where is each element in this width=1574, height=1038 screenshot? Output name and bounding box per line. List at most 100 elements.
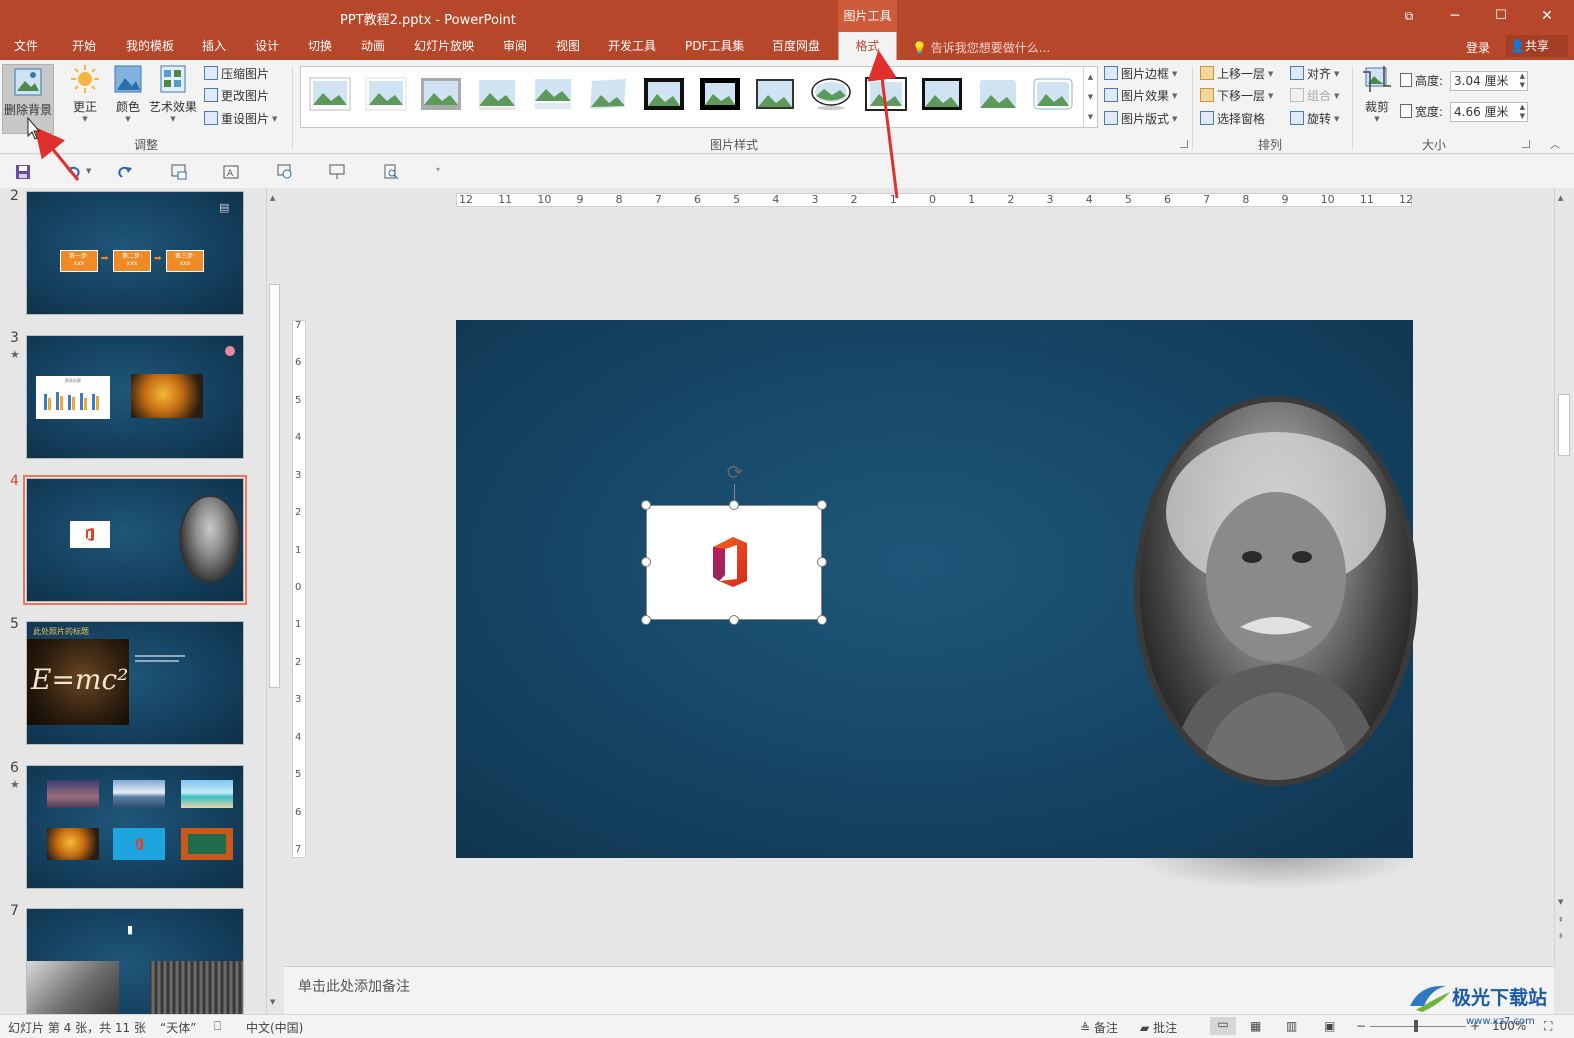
align-button[interactable]: 对齐 ▼ <box>1290 64 1339 84</box>
group-objects-button[interactable]: 组合 ▼ <box>1290 86 1339 106</box>
maximize-button[interactable]: ☐ <box>1478 0 1524 32</box>
picture-style-thumb[interactable] <box>365 77 407 111</box>
picture-style-thumb[interactable] <box>643 77 685 111</box>
slide-thumbnail-2[interactable]: ▤ 第一步: xxx ➡ 第二步: xxx ➡ 第三步: xxx <box>26 191 244 315</box>
spellcheck-icon[interactable]: ⎕ <box>214 1019 221 1034</box>
zoom-slider-thumb[interactable] <box>1414 1020 1418 1032</box>
reset-picture-button[interactable]: 重设图片 ▼ <box>204 109 277 129</box>
chevron-up-icon[interactable]: ▲ <box>1084 67 1097 87</box>
resize-handle[interactable] <box>817 557 827 567</box>
tab-home[interactable]: 开始 <box>68 32 100 60</box>
spinner-icon[interactable]: ▲ ▼ <box>1520 72 1525 90</box>
size-dialog-launcher-icon[interactable] <box>1522 140 1530 148</box>
scroll-up-icon[interactable]: ▲ <box>270 194 275 202</box>
presenter-icon[interactable] <box>328 163 346 181</box>
resize-handle[interactable] <box>641 500 651 510</box>
picture-style-thumb[interactable] <box>532 77 574 111</box>
scroll-down-icon[interactable]: ▼ <box>270 998 275 1006</box>
language-indicator[interactable]: 中文(中国) <box>246 1019 303 1036</box>
picture-style-thumb[interactable] <box>309 77 351 111</box>
undo-icon[interactable] <box>64 163 82 181</box>
styles-dialog-launcher-icon[interactable] <box>1180 140 1188 148</box>
from-beginning-icon[interactable] <box>170 163 188 181</box>
login-link[interactable]: 登录 <box>1466 39 1490 56</box>
send-backward-button[interactable]: 下移一层 ▼ <box>1200 86 1273 106</box>
ribbon-display-options-icon[interactable]: ⧉ <box>1386 0 1432 32</box>
rotate-button[interactable]: 旋转 ▼ <box>1290 109 1339 129</box>
tab-file[interactable]: 文件 <box>10 32 42 60</box>
spinner-icon[interactable]: ▲ ▼ <box>1520 103 1525 121</box>
tab-insert[interactable]: 插入 <box>198 32 230 60</box>
tab-developer[interactable]: 开发工具 <box>604 32 660 60</box>
previous-slide-icon[interactable]: ⇞ <box>1558 916 1564 924</box>
resize-handle[interactable] <box>729 500 739 510</box>
change-picture-button[interactable]: 更改图片 <box>204 86 269 106</box>
slideshow-icon[interactable] <box>276 163 294 181</box>
picture-style-thumb[interactable] <box>476 77 518 111</box>
resize-handle[interactable] <box>729 615 739 625</box>
share-button[interactable]: 👤共享 <box>1506 35 1568 57</box>
reading-view-icon[interactable]: ▥ <box>1286 1019 1297 1033</box>
corrections-button[interactable]: 更正 ▼ <box>64 64 106 123</box>
slide-thumbnail-7[interactable]: ▮ <box>26 908 244 1014</box>
crop-button[interactable]: 裁剪 ▼ <box>1358 64 1396 123</box>
scroll-up-icon[interactable]: ▲ <box>1558 194 1563 202</box>
picture-style-thumb[interactable] <box>754 77 796 111</box>
height-input[interactable]: 3.04 厘米 ▲ ▼ <box>1450 71 1528 91</box>
picture-layout-button[interactable]: 图片版式 ▼ <box>1104 109 1177 129</box>
thumbnails-scrollbar[interactable]: ▲ ▼ <box>266 188 282 1014</box>
close-button[interactable]: ✕ <box>1524 0 1570 32</box>
tab-pdf-tools[interactable]: PDF工具集 <box>681 32 748 60</box>
next-slide-icon[interactable]: ⇟ <box>1558 932 1564 940</box>
undo-dropdown-icon[interactable]: ▼ <box>86 167 91 175</box>
einstein-portrait-image[interactable] <box>1134 396 1418 786</box>
picture-style-thumb[interactable] <box>1032 77 1074 111</box>
picture-style-thumb[interactable] <box>587 77 629 111</box>
tab-baidu-netdisk[interactable]: 百度网盘 <box>768 32 824 60</box>
zoom-slider[interactable] <box>1370 1026 1466 1027</box>
width-input[interactable]: 4.66 厘米 ▲ ▼ <box>1450 102 1528 122</box>
tab-format[interactable]: 格式 <box>838 32 897 60</box>
slide-thumbnail-6[interactable] <box>26 765 244 889</box>
collapse-ribbon-icon[interactable]: ︿ <box>1550 136 1560 151</box>
picture-style-thumb[interactable] <box>420 77 462 111</box>
resize-handle[interactable] <box>641 557 651 567</box>
normal-view-icon[interactable]: ▭ <box>1210 1017 1236 1035</box>
scroll-thumb[interactable] <box>269 284 280 688</box>
slideshow-view-icon[interactable]: ▣ <box>1324 1019 1335 1033</box>
rotate-handle-icon[interactable]: ⟳ <box>723 460 747 484</box>
notes-pane[interactable]: 单击此处添加备注 <box>284 966 1554 1014</box>
tab-review[interactable]: 审阅 <box>499 32 531 60</box>
redo-icon[interactable] <box>116 163 134 181</box>
resize-handle[interactable] <box>817 615 827 625</box>
tab-my-templates[interactable]: 我的模板 <box>122 32 178 60</box>
office-logo-picture[interactable] <box>646 505 822 620</box>
color-button[interactable]: 颜色 ▼ <box>108 64 148 123</box>
editor-scrollbar[interactable]: ▲ ▼ ⇞ ⇟ <box>1554 188 1574 966</box>
print-preview-icon[interactable] <box>382 163 400 181</box>
tell-me-search[interactable]: 💡 告诉我您想要做什么... <box>912 39 1050 56</box>
tab-animations[interactable]: 动画 <box>357 32 389 60</box>
slide-thumbnail-5[interactable]: 此处照片的标题 E=mc² <box>26 621 244 745</box>
notes-toggle[interactable]: ≜ 备注 <box>1080 1019 1118 1036</box>
tab-slideshow[interactable]: 幻灯片放映 <box>410 32 478 60</box>
tab-view[interactable]: 视图 <box>552 32 584 60</box>
compress-pictures-button[interactable]: 压缩图片 <box>204 64 269 84</box>
tab-transitions[interactable]: 切换 <box>304 32 336 60</box>
picture-style-thumb[interactable] <box>810 77 852 111</box>
save-icon[interactable] <box>14 163 32 181</box>
picture-style-thumb[interactable] <box>699 77 741 111</box>
minimize-button[interactable]: ─ <box>1432 0 1478 32</box>
scroll-thumb[interactable] <box>1558 394 1570 456</box>
resize-handle[interactable] <box>641 615 651 625</box>
text-box-icon[interactable]: A <box>222 163 240 181</box>
selection-pane-button[interactable]: 选择窗格 <box>1200 109 1265 129</box>
picture-style-thumb[interactable] <box>921 77 963 111</box>
tab-design[interactable]: 设计 <box>251 32 283 60</box>
resize-handle[interactable] <box>817 500 827 510</box>
fit-to-window-icon[interactable]: ⛶ <box>1544 1019 1552 1034</box>
picture-border-button[interactable]: 图片边框 ▼ <box>1104 64 1177 84</box>
remove-background-button[interactable]: 删除背景 <box>2 64 54 134</box>
gallery-more-icon[interactable]: ▼ <box>1084 107 1097 127</box>
picture-style-thumb[interactable] <box>865 77 907 111</box>
